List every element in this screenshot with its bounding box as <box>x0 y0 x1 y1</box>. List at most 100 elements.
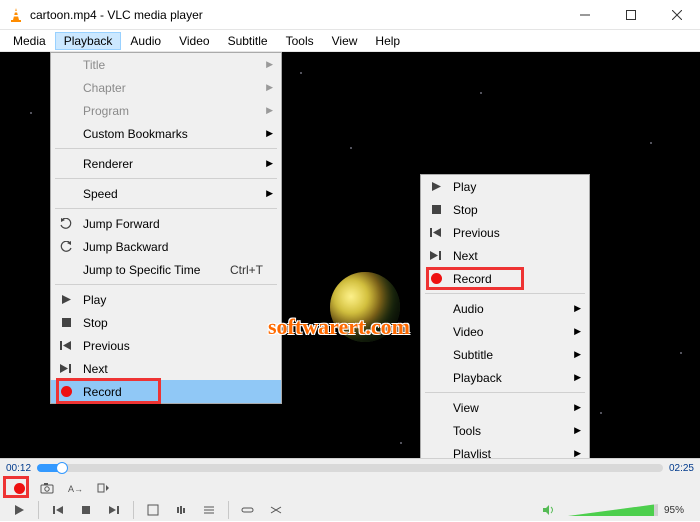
play-button[interactable] <box>6 500 32 520</box>
playback-menu-item-jump-to-specific-time[interactable]: Jump to Specific TimeCtrl+T <box>51 258 281 281</box>
menu-item-label: Renderer <box>83 157 133 171</box>
menu-item-label: Previous <box>453 226 500 240</box>
playback-menu-item-next[interactable]: Next <box>51 357 281 380</box>
menu-item-label: Play <box>453 180 476 194</box>
menu-item-label: Subtitle <box>453 348 493 362</box>
submenu-arrow-icon: ▶ <box>266 188 273 199</box>
play-icon <box>57 294 75 305</box>
menu-item-label: Custom Bookmarks <box>83 127 188 141</box>
submenu-arrow-icon: ▶ <box>266 59 273 70</box>
context-menu-item-video[interactable]: Video▶ <box>421 320 589 343</box>
menu-item-label: Audio <box>453 302 484 316</box>
menu-video[interactable]: Video <box>170 32 218 50</box>
stop-icon <box>57 317 75 328</box>
loop-ab-button[interactable]: A→B <box>62 478 88 498</box>
video-area[interactable]: Title▶Chapter▶Program▶Custom Bookmarks▶R… <box>0 52 700 458</box>
next-button[interactable] <box>101 500 127 520</box>
menubar: Media Playback Audio Video Subtitle Tool… <box>0 30 700 52</box>
context-menu-item-subtitle[interactable]: Subtitle▶ <box>421 343 589 366</box>
playlist-button[interactable] <box>196 500 222 520</box>
shuffle-button[interactable] <box>263 500 289 520</box>
menu-item-label: Previous <box>83 339 130 353</box>
context-menu-item-playlist[interactable]: Playlist ▶ <box>421 442 589 458</box>
record-button[interactable] <box>6 478 32 498</box>
menu-item-label: Next <box>453 249 478 263</box>
volume-slider[interactable] <box>568 504 658 516</box>
playback-menu-item-speed[interactable]: Speed ▶ <box>51 182 281 205</box>
playback-menu-item-chapter: Chapter▶ <box>51 76 281 99</box>
menu-help[interactable]: Help <box>366 32 409 50</box>
playback-menu-separator <box>55 208 277 209</box>
menu-media[interactable]: Media <box>4 32 55 50</box>
context-menu-item-tools[interactable]: Tools▶ <box>421 419 589 442</box>
menu-view[interactable]: View <box>323 32 367 50</box>
menu-item-label: Next <box>83 362 108 376</box>
prev-button[interactable] <box>45 500 71 520</box>
time-total[interactable]: 02:25 <box>669 463 694 474</box>
context-menu-item-record[interactable]: Record <box>421 267 589 290</box>
submenu-arrow-icon: ▶ <box>266 105 273 116</box>
stop-button[interactable] <box>73 500 99 520</box>
svg-text:A→B: A→B <box>68 484 82 494</box>
submenu-arrow-icon: ▶ <box>574 402 581 413</box>
submenu-arrow-icon: ▶ <box>574 425 581 436</box>
prev-icon <box>427 227 445 238</box>
jump-bwd-icon <box>57 241 75 252</box>
prev-icon <box>57 340 75 351</box>
menu-tools[interactable]: Tools <box>277 32 323 50</box>
watermark: softwarert.com <box>268 314 410 340</box>
playback-menu-item-play[interactable]: Play <box>51 288 281 311</box>
playback-menu-item-jump-backward[interactable]: Jump Backward <box>51 235 281 258</box>
menu-item-label: Play <box>83 293 106 307</box>
loop-button[interactable] <box>235 500 261 520</box>
playback-menu-separator <box>55 284 277 285</box>
context-menu-item-play[interactable]: Play <box>421 175 589 198</box>
menu-item-shortcut: Ctrl+T <box>230 263 263 277</box>
playback-menu-item-record[interactable]: Record <box>51 380 281 403</box>
menu-item-label: Speed <box>83 187 118 201</box>
context-menu: PlayStopPreviousNextRecordAudio▶Video▶Su… <box>420 174 590 458</box>
advanced-controls: A→B <box>0 477 700 499</box>
record-icon <box>427 273 445 284</box>
menu-item-label: Jump Forward <box>83 217 160 231</box>
context-menu-item-audio[interactable]: Audio▶ <box>421 297 589 320</box>
menu-subtitle[interactable]: Subtitle <box>219 32 277 50</box>
fullscreen-button[interactable] <box>140 500 166 520</box>
menu-item-label: Jump Backward <box>83 240 168 254</box>
submenu-arrow-icon: ▶ <box>266 82 273 93</box>
submenu-arrow-icon: ▶ <box>574 448 581 458</box>
menu-item-label: Playback <box>453 371 502 385</box>
context-menu-item-view[interactable]: View▶ <box>421 396 589 419</box>
context-menu-separator <box>425 392 585 393</box>
next-icon <box>427 250 445 261</box>
playback-menu-item-program: Program▶ <box>51 99 281 122</box>
menu-audio[interactable]: Audio <box>121 32 170 50</box>
menu-item-label: Playlist <box>453 447 491 459</box>
mute-button[interactable] <box>536 500 562 520</box>
titlebar: cartoon.mp4 - VLC media player <box>0 0 700 30</box>
context-menu-item-previous[interactable]: Previous <box>421 221 589 244</box>
minimize-button[interactable] <box>562 0 608 30</box>
playback-menu-item-custom-bookmarks[interactable]: Custom Bookmarks▶ <box>51 122 281 145</box>
ext-settings-button[interactable] <box>168 500 194 520</box>
seek-bar[interactable] <box>37 464 663 472</box>
time-elapsed[interactable]: 00:12 <box>6 463 31 474</box>
frame-step-button[interactable] <box>90 478 116 498</box>
jump-fwd-icon <box>57 218 75 229</box>
playback-menu-item-previous[interactable]: Previous <box>51 334 281 357</box>
record-icon <box>57 386 75 397</box>
maximize-button[interactable] <box>608 0 654 30</box>
context-menu-item-playback[interactable]: Playback ▶ <box>421 366 589 389</box>
close-button[interactable] <box>654 0 700 30</box>
context-menu-item-stop[interactable]: Stop <box>421 198 589 221</box>
playback-menu-item-stop[interactable]: Stop <box>51 311 281 334</box>
volume-area: 95% <box>536 500 694 520</box>
volume-percent: 95% <box>664 505 694 516</box>
snapshot-button[interactable] <box>34 478 60 498</box>
playback-menu-item-jump-forward[interactable]: Jump Forward <box>51 212 281 235</box>
menu-playback[interactable]: Playback <box>55 32 122 50</box>
playback-menu-item-renderer[interactable]: Renderer▶ <box>51 152 281 175</box>
playback-menu-separator <box>55 148 277 149</box>
submenu-arrow-icon: ▶ <box>574 372 581 383</box>
context-menu-item-next[interactable]: Next <box>421 244 589 267</box>
